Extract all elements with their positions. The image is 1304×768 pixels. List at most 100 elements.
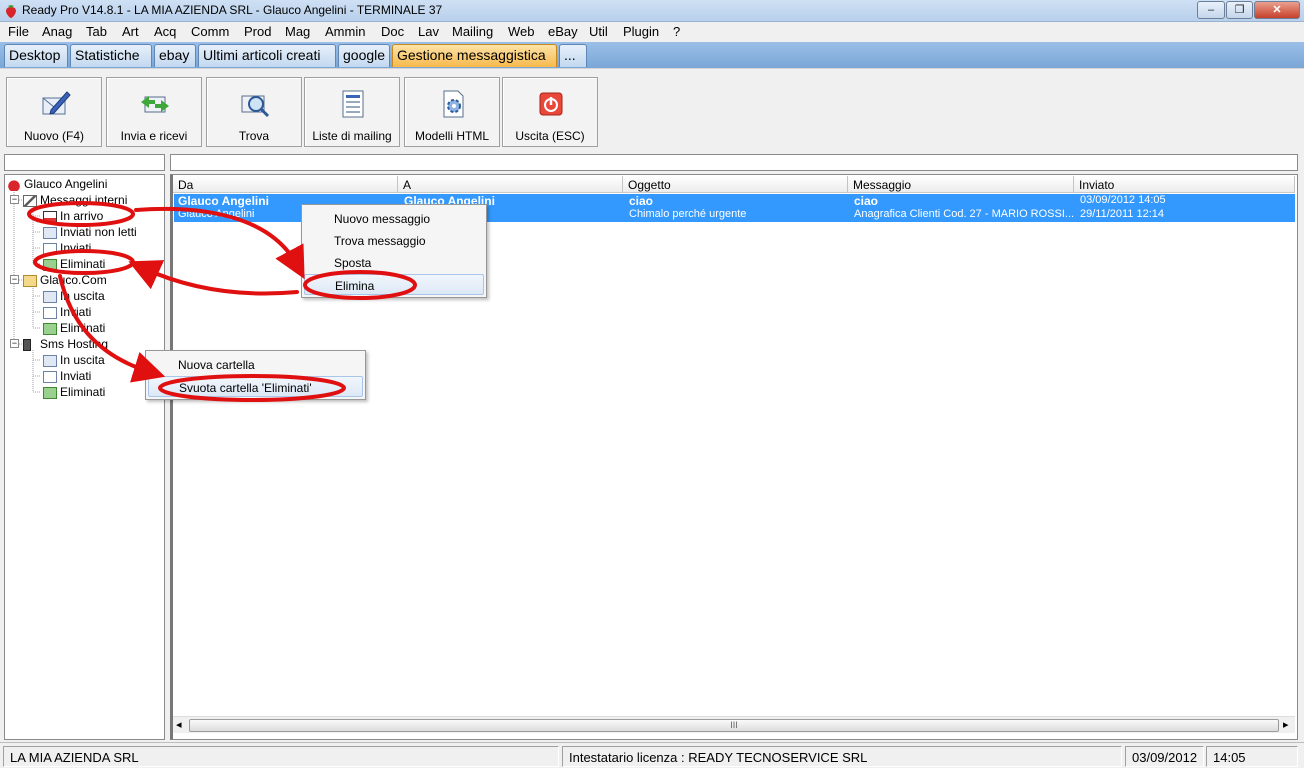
tree-item-label: In arrivo	[60, 209, 104, 223]
trova-button[interactable]: Trova	[206, 77, 302, 147]
menu-mailing[interactable]: Mailing	[452, 24, 493, 39]
status-bar: LA MIA AZIENDA SRL Intestatario licenza …	[0, 742, 1304, 768]
tree-item-in-arrivo[interactable]: In arrivo	[43, 209, 103, 223]
menu-file[interactable]: File	[8, 24, 29, 39]
tab-ultimi-articoli[interactable]: Ultimi articoli creati	[198, 44, 336, 67]
tree-item-label: Inviati	[60, 369, 92, 383]
html-template-icon	[443, 90, 464, 118]
tree-item-label: Eliminati	[60, 257, 106, 271]
power-exit-icon	[539, 92, 563, 116]
menu-ebay[interactable]: eBay	[548, 24, 578, 39]
menu-acq[interactable]: Acq	[154, 24, 176, 39]
tree-item-inviati[interactable]: Inviati	[43, 241, 91, 255]
minimize-button[interactable]: –	[1197, 1, 1225, 19]
cell-inviato: 29/11/2011 12:14	[1080, 208, 1165, 220]
uscita-label: Uscita (ESC)	[515, 129, 585, 143]
menu-help[interactable]: ?	[673, 24, 680, 39]
tree-item-inviati-non-letti[interactable]: Inviati non letti	[43, 225, 137, 239]
column-header-oggetto[interactable]: Oggetto	[623, 176, 848, 193]
outbox-icon	[43, 290, 57, 303]
tree-item-label: Inviati	[60, 241, 92, 255]
title-bar: Ready Pro V14.8.1 - LA MIA AZIENDA SRL -…	[0, 0, 1304, 22]
liste-mailing-button[interactable]: Liste di mailing	[304, 77, 400, 147]
close-button[interactable]: ✕	[1254, 1, 1300, 19]
invia-ricevi-label: Invia e ricevi	[120, 129, 188, 143]
column-header-inviato[interactable]: Inviato	[1074, 176, 1295, 193]
status-time: 14:05	[1206, 746, 1298, 767]
menu-item-trova-messaggio[interactable]: Trova messaggio	[304, 230, 484, 251]
unread-sent-icon	[43, 226, 57, 239]
send-receive-icon	[141, 96, 169, 113]
scrollbar-thumb[interactable]: III	[189, 719, 1279, 732]
menu-item-elimina[interactable]: Elimina	[304, 274, 484, 295]
menu-item-svuota-cartella[interactable]: Svuota cartella 'Eliminati'	[148, 376, 363, 397]
scroll-right-arrow-icon[interactable]: ▸	[1283, 718, 1289, 731]
menu-comm[interactable]: Comm	[191, 24, 229, 39]
column-header-a[interactable]: A	[398, 176, 623, 193]
folder-tree: Glauco Angelini − Messaggi interni In ar…	[4, 174, 165, 740]
sent-mail-icon	[43, 242, 57, 255]
menu-web[interactable]: Web	[508, 24, 535, 39]
tab-statistiche[interactable]: Statistiche	[70, 44, 152, 67]
tree-item-inviati[interactable]: Inviati	[43, 305, 91, 319]
tree-item-eliminati[interactable]: Eliminati	[43, 385, 105, 399]
tab-gestione-messaggistica[interactable]: Gestione messaggistica	[392, 44, 557, 67]
column-header-messaggio[interactable]: Messaggio	[848, 176, 1074, 193]
menu-prod[interactable]: Prod	[244, 24, 271, 39]
restore-button[interactable]: ❐	[1226, 1, 1253, 19]
nuovo-label: Nuovo (F4)	[23, 129, 85, 143]
menu-util[interactable]: Util	[589, 24, 608, 39]
tree-item-label: Eliminati	[60, 385, 106, 399]
tree-item-eliminati[interactable]: Eliminati	[43, 257, 105, 271]
mailing-list-icon	[342, 90, 364, 118]
tab-desktop[interactable]: Desktop	[4, 44, 68, 67]
search-mail-icon	[241, 95, 270, 118]
tab-google[interactable]: google	[338, 44, 390, 67]
invia-ricevi-button[interactable]: Invia e ricevi	[106, 77, 202, 147]
menu-tab[interactable]: Tab	[86, 24, 107, 39]
folder-context-menu: Nuova cartella Svuota cartella 'Eliminat…	[145, 350, 366, 400]
tree-root[interactable]: Glauco Angelini	[7, 177, 107, 191]
menu-art[interactable]: Art	[122, 24, 139, 39]
tree-group-glauco-com[interactable]: Glauco.Com	[23, 273, 107, 287]
status-company: LA MIA AZIENDA SRL	[3, 746, 559, 767]
tree-group-sms-hosting[interactable]: Sms Hosting	[23, 337, 108, 351]
menu-lav[interactable]: Lav	[418, 24, 439, 39]
tree-item-inviati[interactable]: Inviati	[43, 369, 91, 383]
menu-mag[interactable]: Mag	[285, 24, 310, 39]
internal-messages-icon	[23, 194, 37, 207]
menu-item-sposta[interactable]: Sposta	[304, 252, 484, 273]
menu-item-nuovo-messaggio[interactable]: Nuovo messaggio	[304, 208, 484, 229]
tree-group-messaggi-interni[interactable]: Messaggi interni	[23, 193, 127, 207]
strawberry-app-icon	[6, 5, 16, 18]
horizontal-scrollbar[interactable]: ◂ III ▸	[173, 716, 1295, 733]
expand-toggle[interactable]: −	[10, 339, 19, 348]
tree-item-in-uscita[interactable]: In uscita	[43, 289, 105, 303]
modelli-html-label: Modelli HTML	[414, 129, 489, 143]
tab-more[interactable]: ...	[559, 44, 587, 67]
cell-messaggio: Anagrafica Clienti Cod. 27 - MARIO ROSSI…	[854, 208, 1074, 220]
scroll-left-arrow-icon[interactable]: ◂	[176, 718, 182, 731]
phone-icon	[23, 338, 31, 351]
tree-item-in-uscita[interactable]: In uscita	[43, 353, 105, 367]
menu-item-nuova-cartella[interactable]: Nuova cartella	[148, 354, 363, 375]
expand-toggle[interactable]: −	[10, 195, 19, 204]
menu-bar: File Anag Tab Art Acq Comm Prod Mag Ammi…	[0, 22, 1304, 42]
tree-item-eliminati[interactable]: Eliminati	[43, 321, 105, 335]
modelli-html-button[interactable]: Modelli HTML	[404, 77, 500, 147]
tab-ebay[interactable]: ebay	[154, 44, 196, 67]
menu-doc[interactable]: Doc	[381, 24, 404, 39]
tree-item-label: Eliminati	[60, 321, 106, 335]
uscita-button[interactable]: Uscita (ESC)	[502, 77, 598, 147]
filter-input[interactable]	[170, 154, 1298, 171]
liste-mailing-label: Liste di mailing	[312, 129, 392, 143]
nuovo-button[interactable]: Nuovo (F4)	[6, 77, 102, 147]
new-message-icon	[42, 91, 71, 115]
column-header-da[interactable]: Da	[173, 176, 398, 193]
menu-ammin[interactable]: Ammin	[325, 24, 365, 39]
expand-toggle[interactable]: −	[10, 275, 19, 284]
window-title: Ready Pro V14.8.1 - LA MIA AZIENDA SRL -…	[22, 3, 443, 17]
menu-plugin[interactable]: Plugin	[623, 24, 659, 39]
strawberry-icon	[7, 178, 21, 191]
menu-anag[interactable]: Anag	[42, 24, 72, 39]
